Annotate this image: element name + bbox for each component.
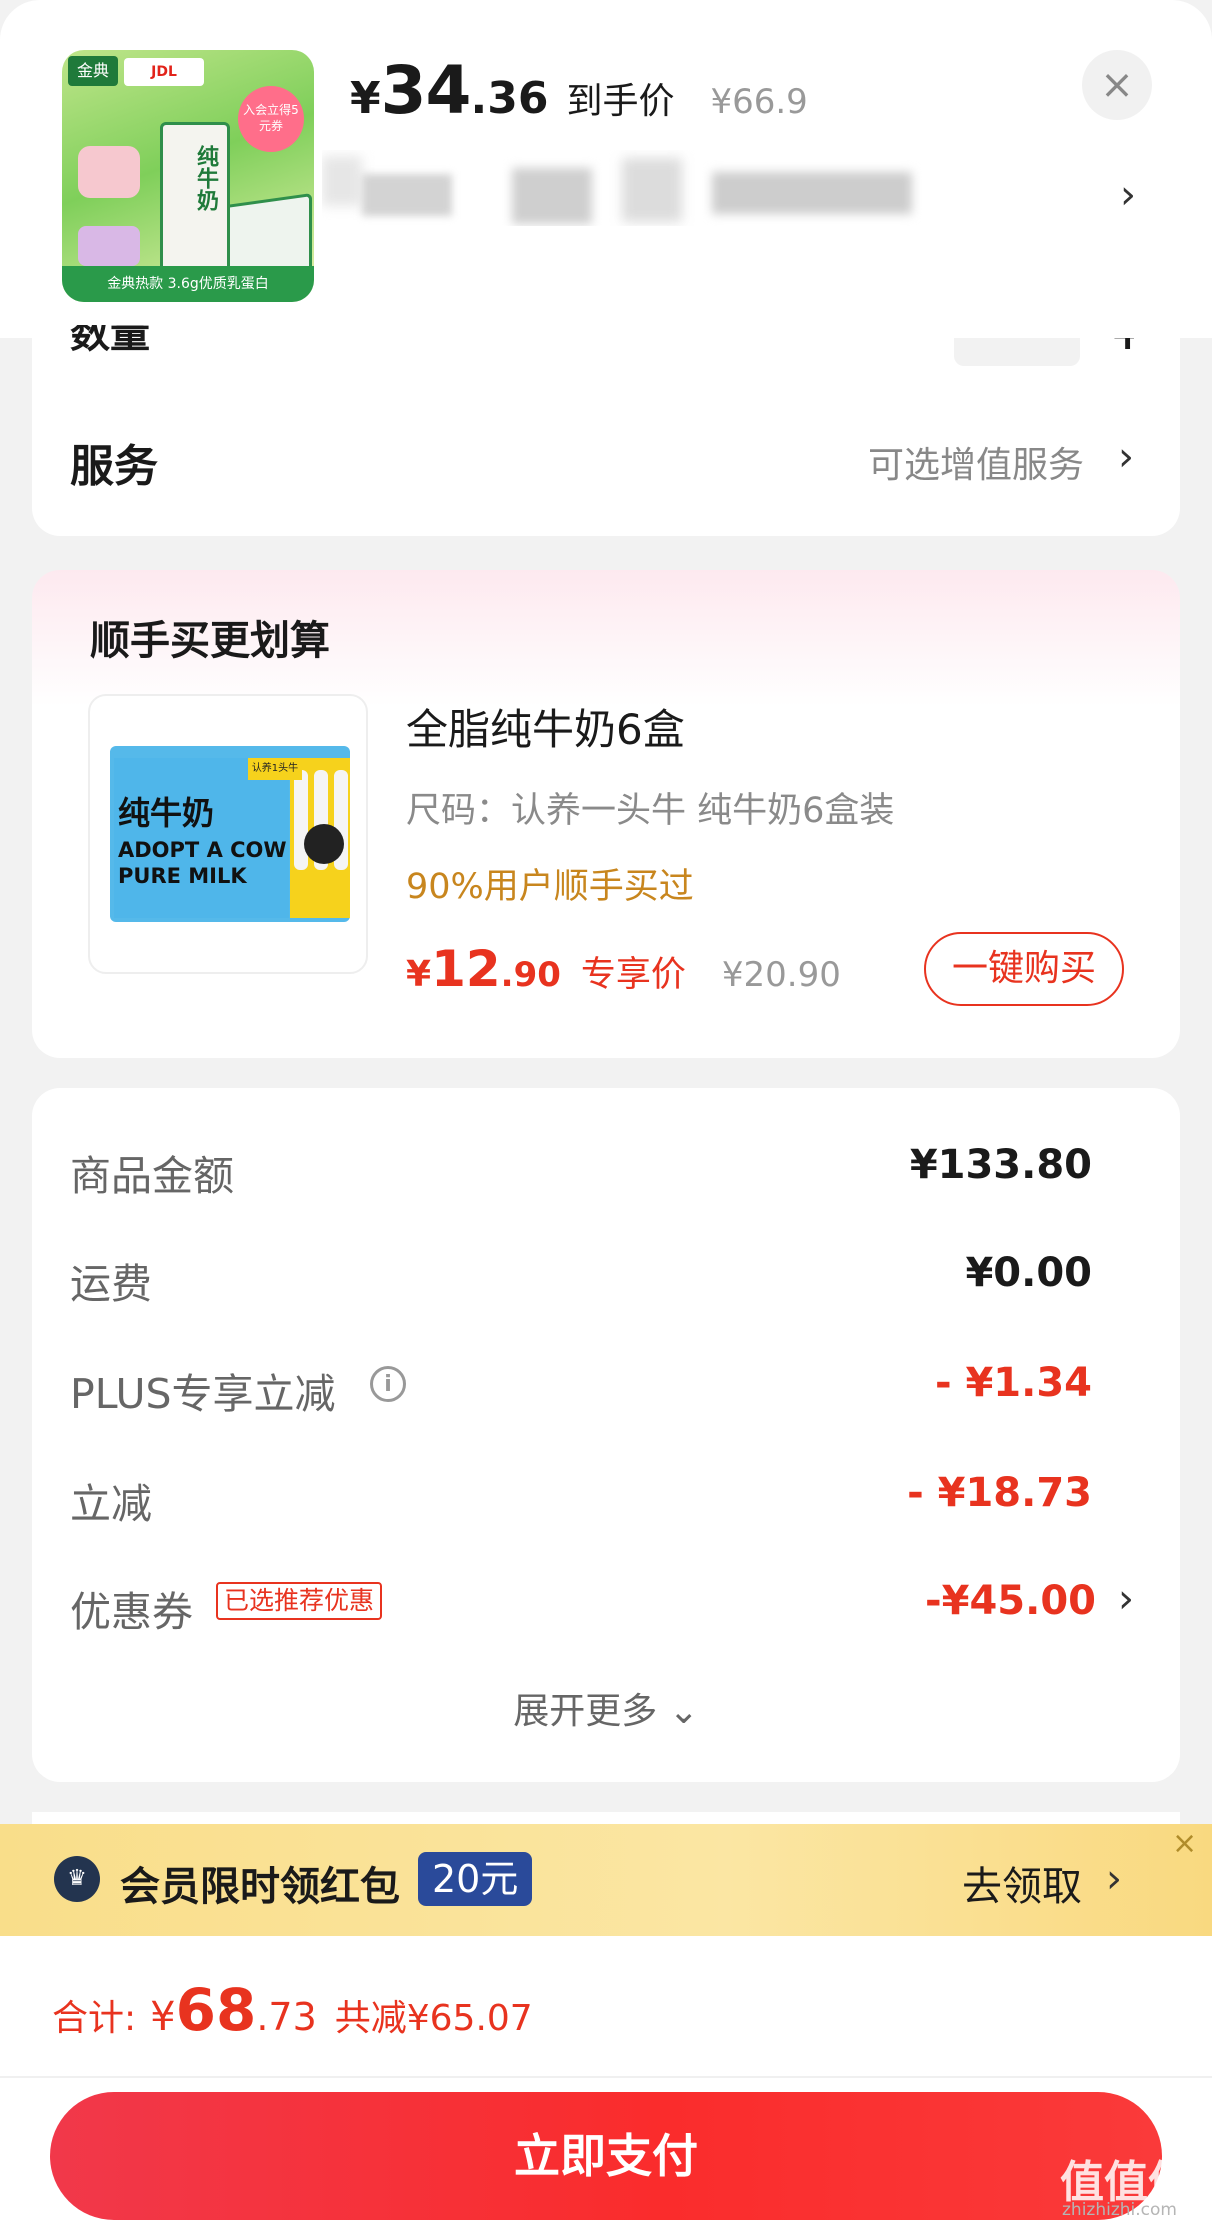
- summary-label: PLUS专享立减: [70, 1370, 336, 1418]
- service-label: 服务: [70, 441, 158, 492]
- upsell-title: 顺手买更划算: [90, 618, 330, 664]
- total-integer: 68: [175, 1976, 257, 2044]
- promo-badge: 入会立得5元券: [238, 86, 304, 152]
- address-blurred[interactable]: [322, 150, 962, 226]
- original-price: ¥66.9: [710, 82, 808, 122]
- total-amount: 合计: ¥ 68 .73 共减¥65.07: [52, 1976, 533, 2044]
- camera-image: [78, 146, 140, 198]
- chevron-right-icon[interactable]: ›: [1106, 1856, 1122, 1902]
- jdl-badge: JDL: [124, 58, 204, 86]
- gift-image: [78, 226, 140, 266]
- quantity-stepper[interactable]: [954, 338, 1080, 366]
- summary-value: ¥133.80: [909, 1142, 1092, 1188]
- plus-icon[interactable]: +: [1110, 338, 1134, 352]
- upsell-thumb-line: PURE MILK: [118, 864, 247, 888]
- chevron-right-icon[interactable]: ›: [1118, 434, 1134, 480]
- one-click-buy-button[interactable]: 一键购买: [924, 932, 1124, 1006]
- upsell-hint: 90%用户顺手买过: [406, 867, 694, 907]
- price-tag-label: 到手价: [566, 81, 675, 122]
- total-label: 合计:: [52, 1998, 137, 2039]
- watermark-url: zhizhizhi.com: [1062, 2200, 1177, 2220]
- upsell-price-decimal: .90: [500, 955, 561, 995]
- upsell-product-image[interactable]: 认养1头牛 纯牛奶 ADOPT A COW PURE MILK: [88, 694, 368, 974]
- pay-now-button[interactable]: 立即支付: [50, 2092, 1162, 2220]
- summary-label: 立减: [70, 1480, 152, 1528]
- upsell-price-integer: 12: [431, 940, 501, 998]
- banner-amount: 20元: [418, 1852, 533, 1906]
- upsell-product-name[interactable]: 全脂纯牛奶6盒: [406, 696, 685, 757]
- banner-text: 会员限时领红包: [120, 1864, 400, 1910]
- price-currency: ¥: [350, 73, 381, 124]
- thumb-strip: 金典热款 3.6g优质乳蛋白: [62, 266, 314, 302]
- total-saved: 共减¥65.07: [334, 1998, 533, 2039]
- chevron-right-icon[interactable]: ›: [1120, 172, 1136, 218]
- coupon-value[interactable]: -¥45.00: [925, 1578, 1096, 1624]
- upsell-thumb-line: ADOPT A COW: [118, 838, 287, 862]
- upsell-thumb-title: 纯牛奶: [118, 794, 215, 832]
- chevron-right-icon[interactable]: ›: [1118, 1576, 1134, 1622]
- expand-more-button[interactable]: 展开更多 ⌄: [0, 1682, 1212, 1734]
- service-value[interactable]: 可选增值服务: [868, 436, 1084, 488]
- next-card-edge: [32, 1812, 1180, 1824]
- info-icon[interactable]: i: [370, 1366, 406, 1402]
- divider: [0, 2076, 1212, 2078]
- upsell-thumb-tag: 认养1头牛: [248, 758, 302, 780]
- price-decimal: .36: [470, 73, 549, 124]
- milk-box-image: 纯牛奶: [160, 122, 230, 272]
- box-text: 纯牛奶: [193, 145, 218, 211]
- final-price: ¥ 34 .36 到手价 ¥66.9: [350, 52, 808, 129]
- summary-label: 商品金额: [70, 1152, 234, 1200]
- upsell-price: ¥ 12 .90 专享价 ¥20.90: [406, 940, 841, 998]
- upsell-product-spec: 尺码：认养一头牛 纯牛奶6盒装: [406, 791, 895, 831]
- summary-value: - ¥18.73: [907, 1470, 1092, 1516]
- summary-value: ¥0.00: [965, 1250, 1092, 1296]
- price-integer: 34: [380, 52, 472, 129]
- summary-value: - ¥1.34: [934, 1360, 1092, 1406]
- upsell-original-price: ¥20.90: [721, 955, 841, 995]
- total-decimal: .73: [256, 1995, 317, 2039]
- total-currency: ¥: [150, 1994, 176, 2040]
- close-button[interactable]: ×: [1082, 50, 1152, 120]
- quantity-label: 数量: [70, 325, 150, 355]
- coupon-badge: 已选推荐优惠: [216, 1582, 383, 1620]
- upsell-price-currency: ¥: [406, 954, 432, 995]
- summary-label: 运费: [70, 1260, 152, 1308]
- crown-icon: ♛: [54, 1856, 100, 1902]
- brand-logo: 金典: [68, 56, 118, 86]
- product-thumbnail[interactable]: 金典 JDL 入会立得5元券 纯牛奶 金典热款 3.6g优质乳蛋白: [62, 50, 314, 302]
- close-icon[interactable]: ×: [1172, 1826, 1197, 1861]
- claim-button[interactable]: 去领取: [962, 1854, 1082, 1912]
- summary-label: 优惠券: [70, 1588, 193, 1636]
- upsell-price-tag: 专享价: [580, 955, 686, 995]
